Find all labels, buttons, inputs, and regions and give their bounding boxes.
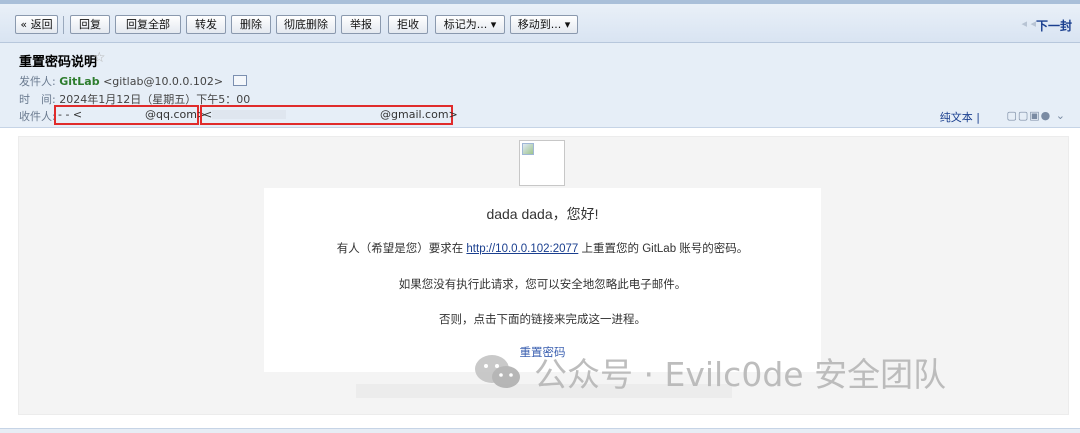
next-mail-link[interactable]: 下一封 [1036, 17, 1072, 34]
sender-name[interactable]: GitLab [59, 75, 99, 88]
redacted-block [212, 110, 286, 119]
reply-button[interactable]: 回复 [70, 15, 110, 34]
header-tools-icon[interactable]: ▢▢▣● ⌄ [1007, 109, 1067, 122]
reject-button[interactable]: 拒收 [388, 15, 428, 34]
mail-body-card: dada dada，您好! 有人（希望是您）要求在 http://10.0.0.… [264, 188, 821, 372]
broken-image-icon [519, 140, 565, 186]
watermark: 公众号 · Evilc0de 安全团队 [470, 350, 946, 394]
move-to-dropdown[interactable]: 移动到... ▾ [510, 15, 578, 34]
toolbar-separator [63, 16, 64, 34]
delete-permanently-button[interactable]: 彻底删除 [276, 15, 336, 34]
reply-all-button[interactable]: 回复全部 [115, 15, 181, 34]
broken-image-glyph [522, 143, 534, 155]
to-label: 收件人: [19, 110, 56, 123]
prev-arrows-icon: ◂ ◂ [1021, 17, 1036, 30]
body-line-2: 如果您没有执行此请求，您可以安全地忽略此电子邮件。 [398, 279, 687, 291]
mail-header: 重置密码说明 ☆ 发件人: GitLab <gitlab@10.0.0.102>… [0, 43, 1080, 128]
watermark-text: 公众号 · Evilc0de 安全团队 [534, 355, 947, 394]
recipient-1-prefix: - - < [58, 108, 83, 121]
wechat-icon [470, 352, 528, 392]
from-label: 发件人: [19, 75, 56, 88]
star-icon[interactable]: ☆ [93, 50, 106, 66]
mail-subject: 重置密码说明 [19, 55, 98, 70]
greeting: dada dada，您好! [486, 206, 599, 222]
back-button[interactable]: « 返回 [15, 15, 58, 34]
recipient-2-suffix: @gmail.com> [380, 108, 458, 121]
sender-email: <gitlab@10.0.0.102> [103, 75, 224, 88]
recipient-1-suffix: @qq.com> [145, 108, 207, 121]
forward-button[interactable]: 转发 [186, 15, 226, 34]
mail-toolbar: « 返回 回复 回复全部 转发 删除 彻底删除 举报 拒收 标记为... ▾ 移… [0, 4, 1080, 43]
mark-as-dropdown[interactable]: 标记为... ▾ [435, 15, 505, 34]
bottom-border [0, 428, 1080, 433]
plain-text-link[interactable]: 纯文本 | [940, 109, 980, 125]
recipient-2-prefix: < [203, 108, 213, 121]
from-row: 发件人: GitLab <gitlab@10.0.0.102> [19, 73, 247, 89]
contact-card-icon[interactable] [232, 75, 247, 86]
body-line-1-text: 有人（希望是您）要求在 [336, 243, 467, 255]
time-label: 时 间: [19, 93, 56, 106]
report-button[interactable]: 举报 [341, 15, 381, 34]
body-line-1: 有人（希望是您）要求在 http://10.0.0.102:2077 上重置您的… [264, 240, 821, 256]
delete-button[interactable]: 删除 [231, 15, 271, 34]
body-line-3: 否则，点击下面的链接来完成这一进程。 [439, 314, 646, 326]
body-line-1-tail: 上重置您的 GitLab 账号的密码。 [578, 243, 749, 255]
gitlab-url-link[interactable]: http://10.0.0.102:2077 [466, 243, 578, 255]
